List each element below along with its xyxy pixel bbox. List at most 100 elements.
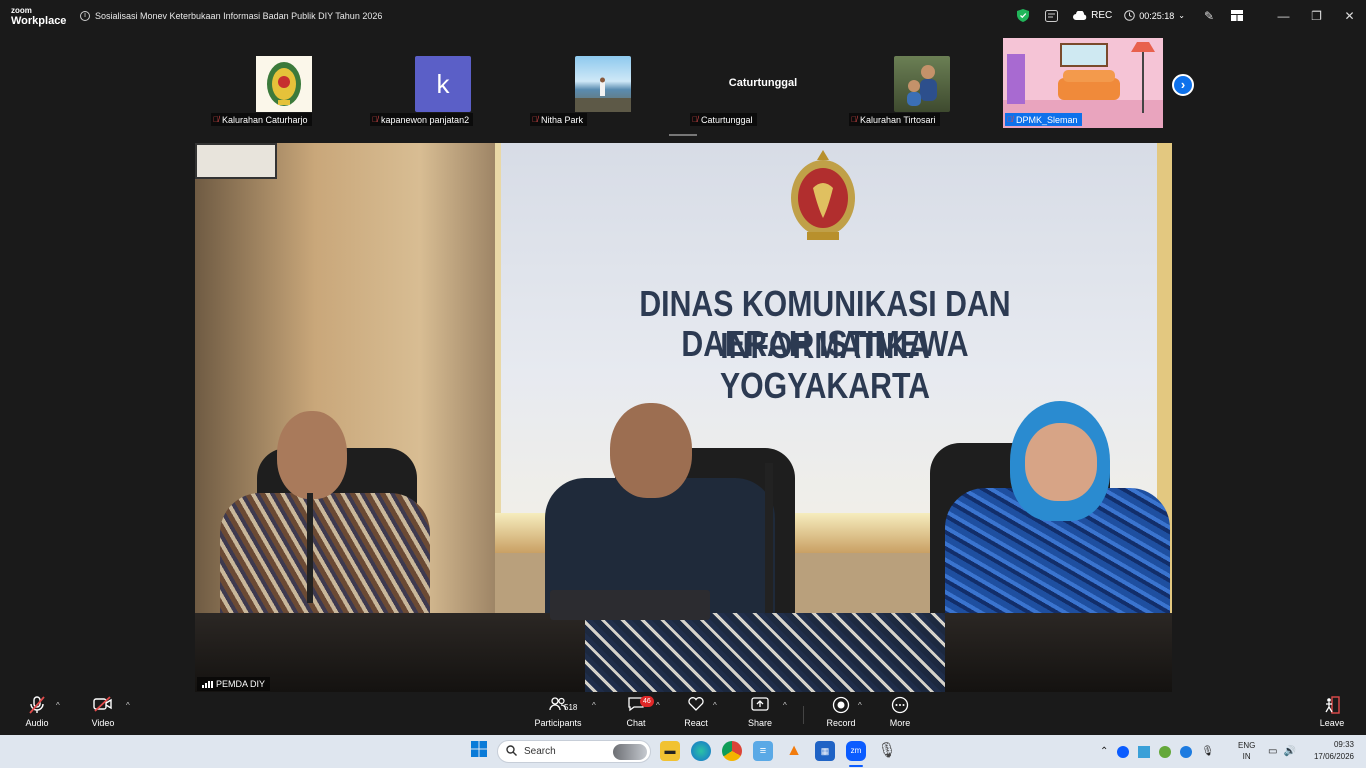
file-explorer-icon[interactable]: ▬	[660, 741, 680, 761]
bluetooth-icon[interactable]	[1180, 745, 1193, 758]
avatar	[894, 56, 950, 112]
react-options-caret[interactable]: ^	[713, 701, 717, 710]
audio-options-caret[interactable]: ^	[56, 701, 60, 710]
participant-name: Kalurahan Tirtosari	[860, 114, 936, 125]
participant-tile[interactable]: 🎙̸ DPMK_Sleman	[1003, 38, 1163, 128]
participant-name: kapanewon panjatan2	[381, 114, 470, 125]
share-options-caret[interactable]: ^	[783, 701, 787, 710]
mic-muted-icon: 🎙̸	[1007, 115, 1013, 124]
mic-muted-icon: 🎙̸	[532, 115, 538, 124]
close-button[interactable]: ✕	[1333, 9, 1366, 23]
participants-count: 518	[564, 703, 578, 712]
participants-button[interactable]: 518 Participants	[530, 696, 586, 728]
participant-tile[interactable]: Caturtunggal 🎙̸ Caturtunggal	[684, 38, 842, 128]
microphone-app-icon[interactable]: 🎙	[877, 741, 897, 761]
shield-icon[interactable]	[1009, 0, 1037, 31]
chevron-right-icon: ›	[1180, 77, 1186, 92]
clock-date: 17/06/2026	[1313, 752, 1354, 761]
leave-button[interactable]: Leave	[1304, 696, 1360, 728]
title-bar: zoom Workplace i Sosialisasi Monev Keter…	[0, 0, 1366, 31]
participants-label: Participants	[534, 718, 582, 728]
participant-name-box: 🎙̸ Nitha Park	[530, 113, 588, 126]
chrome-icon[interactable]	[722, 741, 742, 761]
share-icon	[732, 696, 788, 718]
input-language[interactable]: ENG IN	[1238, 740, 1255, 762]
antivirus-icon[interactable]	[1159, 745, 1172, 758]
edge-icon[interactable]	[691, 741, 711, 761]
video-options-caret[interactable]: ^	[126, 701, 130, 710]
search-highlight-image	[613, 743, 647, 760]
signal-bars-icon	[202, 680, 213, 688]
participant-tile[interactable]: 🎙̸ Kalurahan Caturharjo	[205, 38, 363, 128]
video-off-icon	[75, 696, 131, 718]
laptop	[550, 590, 710, 620]
share-button[interactable]: Share	[732, 696, 788, 728]
yogyakarta-emblem	[791, 150, 855, 240]
mic-muted-icon: 🎙̸	[213, 115, 219, 124]
participant-name: Caturtunggal	[701, 114, 753, 125]
video-button[interactable]: Video	[75, 696, 131, 728]
speaker-name: PEMDA DIY	[216, 679, 266, 689]
wall-frame	[195, 143, 277, 179]
zoom-taskbar-icon[interactable]: zm	[846, 741, 866, 761]
leave-icon	[1304, 696, 1360, 718]
windows-icon	[471, 741, 487, 757]
cloud-icon	[1073, 11, 1087, 20]
chevron-up-icon[interactable]: ⌃	[1100, 746, 1108, 757]
main-video[interactable]: DINAS KOMUNIKASI DAN INFORMATIKA DAERAH …	[195, 143, 1172, 692]
participant-tile[interactable]: 🎙̸ Nitha Park	[524, 38, 682, 128]
meeting-title: Sosialisasi Monev Keterbukaan Informasi …	[95, 10, 383, 21]
batik-table-cloth	[585, 613, 945, 692]
network-app-icon[interactable]	[1138, 745, 1151, 758]
info-icon[interactable]: i	[80, 10, 90, 21]
participant-strip: 🎙̸ Kalurahan Caturharjo k 🎙̸ kapanewon pan…	[200, 38, 1200, 130]
participant-name-box: 🎙̸ DPMK_Sleman	[1005, 113, 1082, 126]
participant-tile[interactable]: k 🎙̸ kapanewon panjatan2	[364, 38, 522, 128]
meeting-timer[interactable]: 00:25:18 ⌄	[1124, 10, 1185, 21]
more-button[interactable]: More	[872, 696, 928, 728]
strip-page-indicator	[669, 134, 697, 136]
pencil-icon[interactable]: ✎	[1195, 0, 1223, 31]
active-app-indicator	[849, 765, 863, 767]
more-label: More	[889, 718, 911, 728]
display-icon: ▭	[1268, 746, 1278, 757]
chat-options-caret[interactable]: ^	[656, 701, 660, 710]
video-label: Video	[91, 718, 115, 728]
taskbar-search[interactable]: Search	[497, 740, 651, 763]
participant-name: DPMK_Sleman	[1016, 114, 1078, 125]
avatar	[256, 56, 312, 112]
vlc-icon[interactable]: ▲	[784, 741, 804, 761]
participant-name-box: 🎙̸ kapanewon panjatan2	[370, 113, 474, 126]
microphone-icon[interactable]: 🎙	[1201, 746, 1214, 757]
view-grid-icon[interactable]	[1223, 0, 1251, 31]
toolbar-divider	[803, 706, 804, 724]
quick-settings[interactable]: ▭ 🔊	[1268, 735, 1296, 768]
record-label: Record	[826, 718, 856, 728]
avatar	[575, 56, 631, 112]
restore-button[interactable]: ❐	[1300, 9, 1333, 23]
participant-name-box: 🎙̸ Caturtunggal	[690, 113, 757, 126]
next-page-button[interactable]: ›	[1172, 74, 1194, 96]
notepad-icon[interactable]: ≡	[753, 741, 773, 761]
system-tray: ⌃ 🎙	[1100, 735, 1214, 768]
minimize-button[interactable]: —	[1267, 9, 1300, 23]
recording-indicator[interactable]: REC	[1073, 10, 1112, 21]
logo-line1: zoom	[11, 5, 32, 15]
mic-muted-icon: 🎙̸	[851, 115, 857, 124]
meeting-toolbar: Audio ^ Video ^ 518 Participants ^ 46 Ch…	[0, 692, 1366, 735]
participants-options-caret[interactable]: ^	[592, 701, 596, 710]
zoom-tray-icon[interactable]	[1117, 745, 1130, 758]
more-icon	[872, 696, 928, 718]
captions-icon[interactable]	[1037, 0, 1065, 31]
record-options-caret[interactable]: ^	[858, 701, 862, 710]
calculator-icon[interactable]: ▦	[815, 741, 835, 761]
meeting-info[interactable]: i Sosialisasi Monev Keterbukaan Informas…	[80, 10, 383, 21]
participant-name-box: 🎙̸ Kalurahan Tirtosari	[849, 113, 940, 126]
participant-name: Kalurahan Caturharjo	[222, 114, 308, 125]
start-button[interactable]	[469, 741, 489, 761]
lang-line2: IN	[1242, 752, 1251, 761]
participant-tile[interactable]: 🎙̸ Kalurahan Tirtosari	[843, 38, 1001, 128]
banner-line2: DAERAH ISTIMEWA YOGYAKARTA	[681, 323, 969, 406]
active-speaker-label: PEMDA DIY	[197, 677, 271, 691]
taskbar-clock[interactable]: 09:33 17/06/2026	[1314, 739, 1354, 763]
